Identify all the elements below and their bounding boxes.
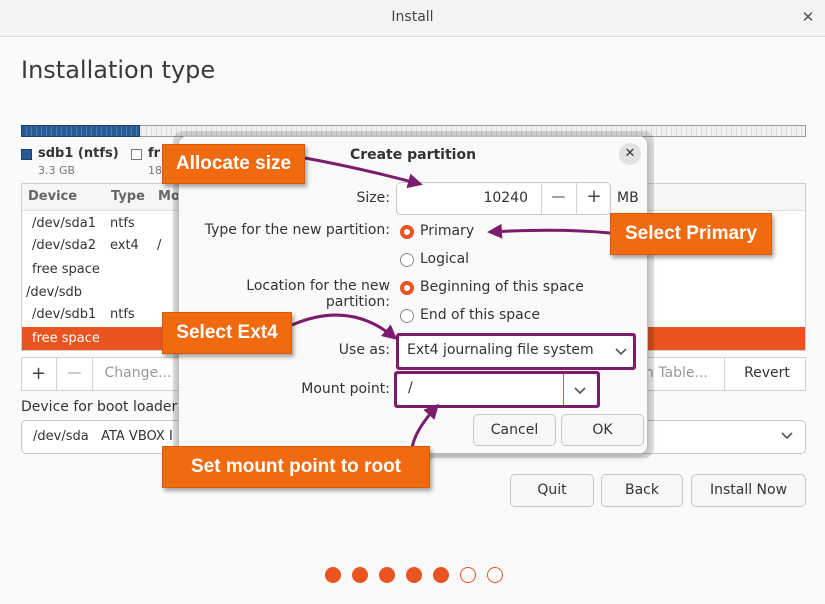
arrow-mount: [410, 403, 440, 449]
arrow-primary: [487, 223, 611, 239]
arrow-allocate: [304, 156, 423, 189]
callout-select-ext4: Select Ext4: [162, 312, 292, 354]
callout-set-mount-point: Set mount point to root: [162, 446, 430, 488]
annotation-arrows: [291, 156, 611, 449]
callout-select-primary: Select Primary: [610, 213, 772, 255]
arrow-ext4: [291, 313, 398, 340]
callout-allocate-size: Allocate size: [162, 144, 305, 184]
